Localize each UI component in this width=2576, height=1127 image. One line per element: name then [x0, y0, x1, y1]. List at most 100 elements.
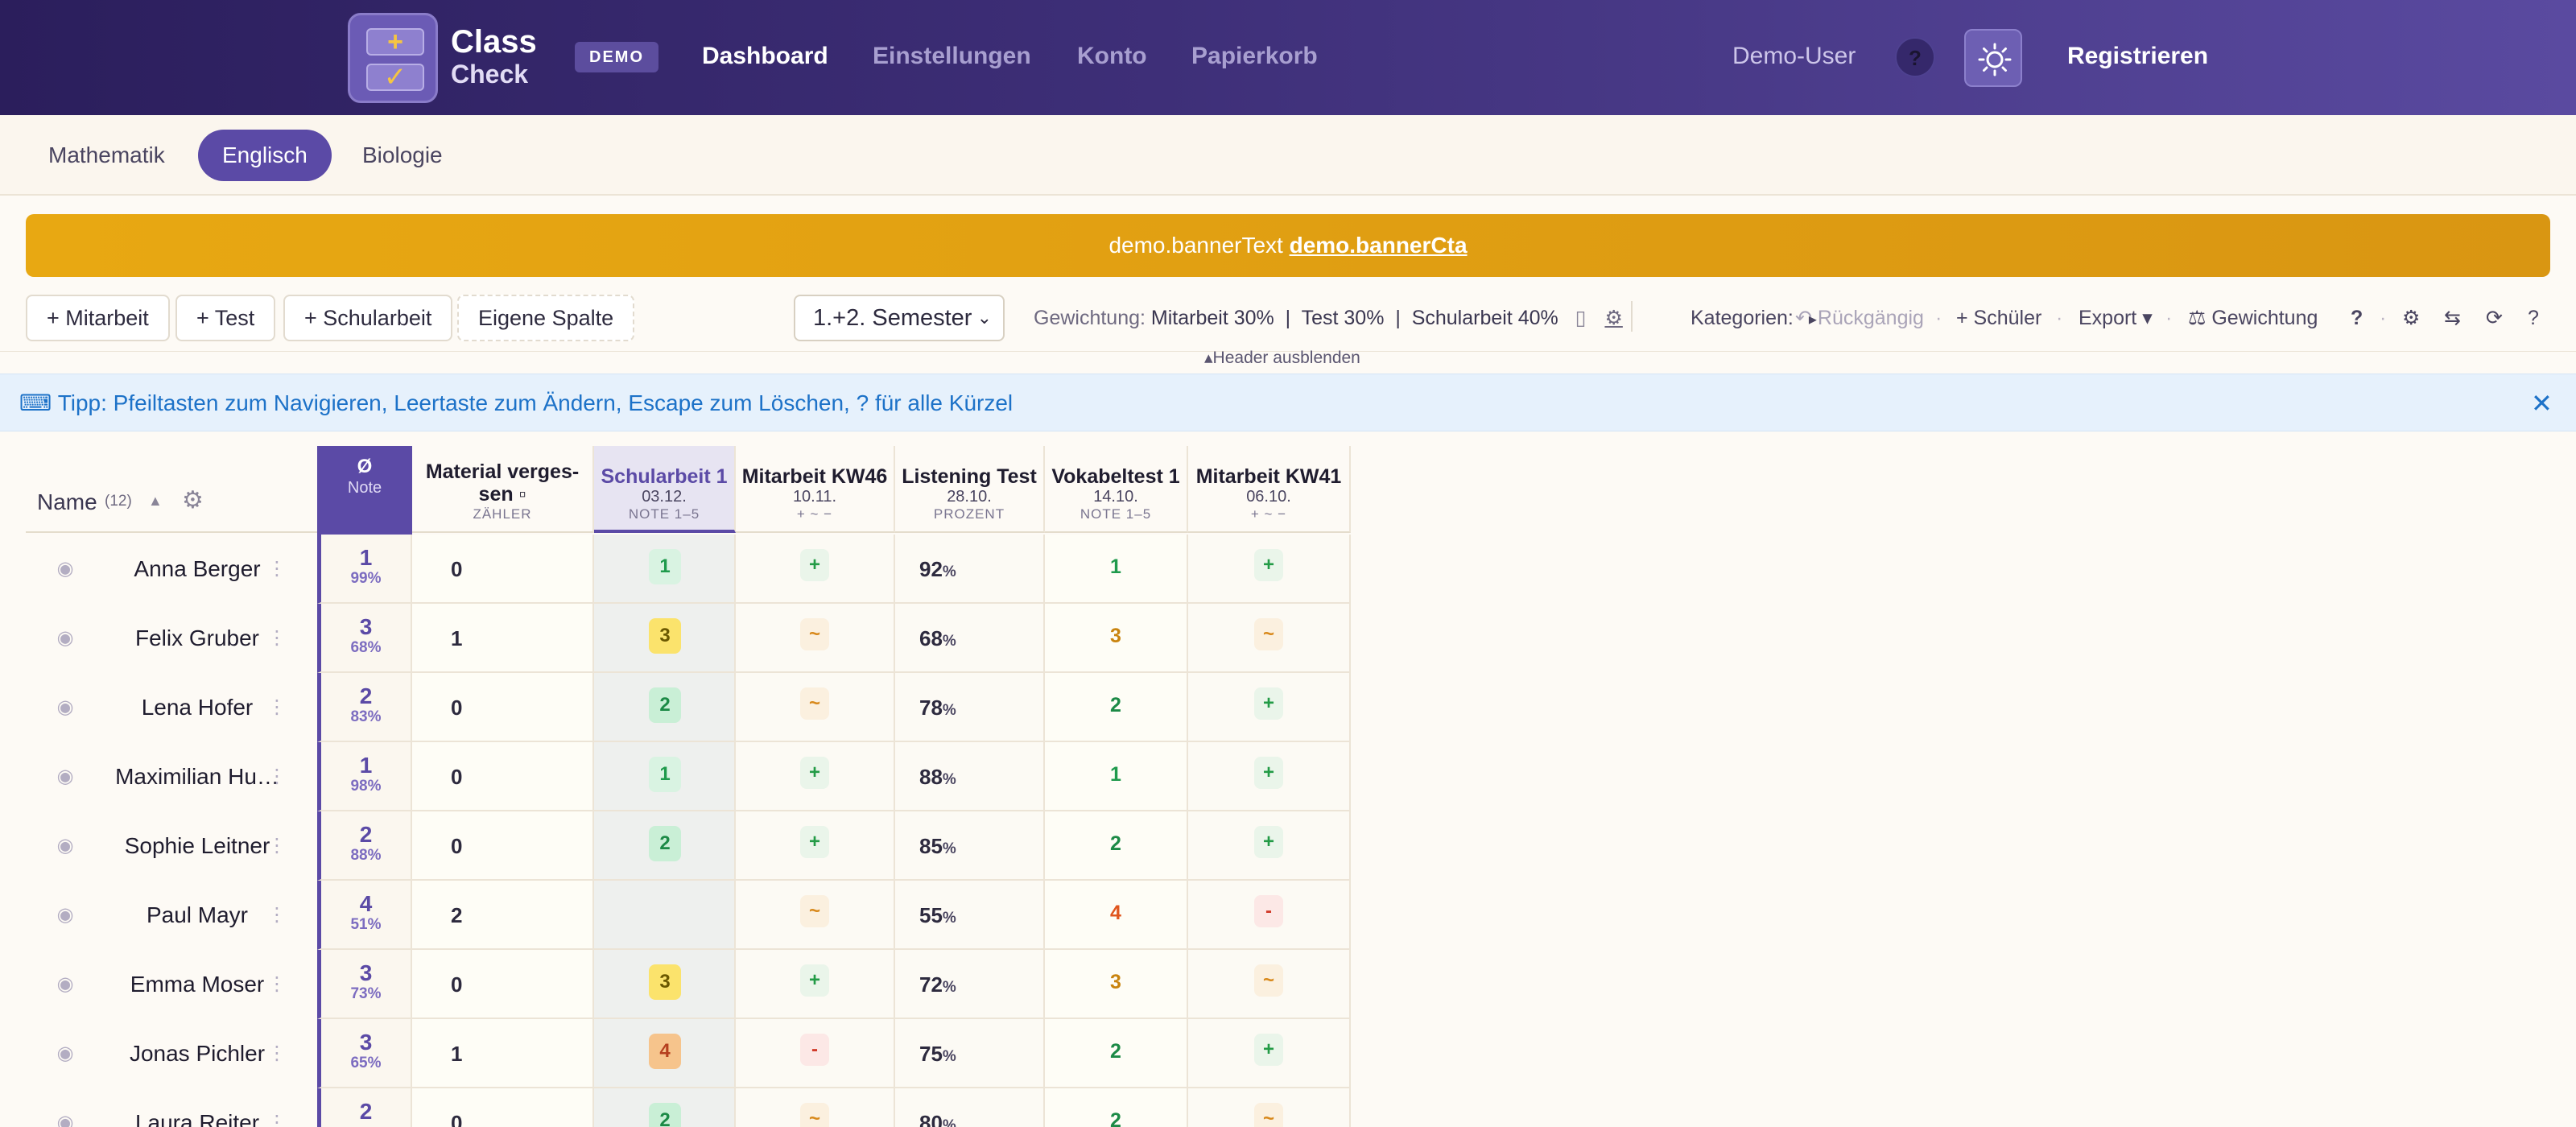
column-header-listening-test[interactable]: Listening Test 28.10. PROZENT: [895, 446, 1045, 533]
listening-test-cell[interactable]: 85%: [895, 811, 1045, 881]
own-column-button[interactable]: Eigene Spalte: [457, 295, 635, 341]
tab-mathematik[interactable]: Mathematik: [24, 130, 189, 181]
vokabeltest-cell[interactable]: 3: [1045, 950, 1188, 1019]
refresh-icon[interactable]: ⟳: [2486, 304, 2503, 332]
vokabeltest-cell[interactable]: 1: [1045, 742, 1188, 811]
schularbeit-cell[interactable]: 2: [594, 811, 736, 881]
export-dropdown[interactable]: Export ▾: [2079, 304, 2153, 332]
mitarbeit-kw41-cell[interactable]: ~: [1188, 950, 1351, 1019]
close-icon[interactable]: ✕: [2531, 387, 2553, 419]
copy-icon[interactable]: ▯: [1575, 307, 1587, 329]
mitarbeit-kw46-cell[interactable]: -: [736, 1019, 895, 1088]
schularbeit-cell[interactable]: 3: [594, 604, 736, 673]
more-vertical-icon[interactable]: ⋮: [267, 1088, 287, 1127]
listening-test-cell[interactable]: 80%: [895, 1088, 1045, 1127]
listening-test-cell[interactable]: 72%: [895, 950, 1045, 1019]
add-student-button[interactable]: + Schüler: [1956, 304, 2041, 332]
banner-cta-link[interactable]: demo.bannerCta: [1290, 233, 1468, 258]
vokabeltest-cell[interactable]: 3: [1045, 604, 1188, 673]
undo-button[interactable]: ↶ Rückgängig: [1795, 304, 1924, 332]
eye-icon[interactable]: ◉: [53, 1042, 77, 1066]
eye-icon[interactable]: ◉: [53, 626, 77, 650]
theme-toggle-button[interactable]: [1964, 29, 2022, 87]
vokabeltest-cell[interactable]: 2: [1045, 811, 1188, 881]
shortcuts-help-button[interactable]: ?: [2351, 304, 2363, 332]
column-header-vokabeltest-1[interactable]: Vokabeltest 1 14.10. NOTE 1–5: [1045, 446, 1188, 533]
average-column-header[interactable]: Ø Note: [317, 446, 412, 535]
listening-test-cell[interactable]: 68%: [895, 604, 1045, 673]
more-vertical-icon[interactable]: ⋮: [267, 950, 287, 1019]
mitarbeit-kw41-cell[interactable]: +: [1188, 1019, 1351, 1088]
tab-biologie[interactable]: Biologie: [338, 130, 467, 181]
column-header-material[interactable]: Material verges-sen ▫ ZÄHLER: [412, 446, 594, 533]
column-header-schularbeit-1[interactable]: Schularbeit 1 03.12. NOTE 1–5: [594, 446, 736, 533]
mitarbeit-kw41-cell[interactable]: +: [1188, 535, 1351, 604]
schularbeit-cell[interactable]: 2: [594, 1088, 736, 1127]
nav-einstellungen[interactable]: Einstellungen: [873, 40, 1031, 72]
more-vertical-icon[interactable]: ⋮: [267, 673, 287, 742]
material-counter-cell[interactable]: 0: [412, 950, 594, 1019]
mitarbeit-kw41-cell[interactable]: -: [1188, 881, 1351, 950]
help-button[interactable]: ?: [1895, 37, 1935, 77]
schularbeit-cell[interactable]: 3: [594, 950, 736, 1019]
eye-icon[interactable]: ◉: [53, 972, 77, 997]
eye-icon[interactable]: ◉: [53, 1111, 77, 1127]
vokabeltest-cell[interactable]: 2: [1045, 1019, 1188, 1088]
mitarbeit-kw46-cell[interactable]: +: [736, 811, 895, 881]
swap-icon[interactable]: ⇆: [2444, 304, 2461, 332]
mitarbeit-kw41-cell[interactable]: +: [1188, 673, 1351, 742]
add-mitarbeit-button[interactable]: + Mitarbeit: [26, 295, 170, 341]
add-test-button[interactable]: + Test: [175, 295, 276, 341]
help-icon[interactable]: ?: [2528, 304, 2539, 332]
listening-test-cell[interactable]: 55%: [895, 881, 1045, 950]
hide-header-toggle[interactable]: ▴Header ausblenden: [1204, 348, 1360, 369]
nav-konto[interactable]: Konto: [1077, 40, 1147, 72]
mitarbeit-kw41-cell[interactable]: +: [1188, 811, 1351, 881]
more-vertical-icon[interactable]: ⋮: [267, 881, 287, 950]
listening-test-cell[interactable]: 88%: [895, 742, 1045, 811]
more-vertical-icon[interactable]: ⋮: [267, 604, 287, 673]
schularbeit-cell[interactable]: 1: [594, 535, 736, 604]
mitarbeit-kw41-cell[interactable]: ~: [1188, 1088, 1351, 1127]
register-link[interactable]: Registrieren: [2067, 40, 2208, 72]
schularbeit-cell[interactable]: 2: [594, 673, 736, 742]
app-logo[interactable]: + ✓: [348, 13, 438, 103]
mitarbeit-kw46-cell[interactable]: +: [736, 742, 895, 811]
column-settings-gear-icon[interactable]: ⚙: [182, 486, 204, 514]
eye-icon[interactable]: ◉: [53, 765, 77, 789]
mitarbeit-kw46-cell[interactable]: +: [736, 950, 895, 1019]
vokabeltest-cell[interactable]: 4: [1045, 881, 1188, 950]
more-vertical-icon[interactable]: ⋮: [267, 535, 287, 604]
vokabeltest-cell[interactable]: 1: [1045, 535, 1188, 604]
tab-englisch[interactable]: Englisch: [198, 130, 332, 181]
material-counter-cell[interactable]: 1: [412, 604, 594, 673]
schularbeit-cell[interactable]: 1: [594, 742, 736, 811]
eye-icon[interactable]: ◉: [53, 834, 77, 858]
semester-select[interactable]: 1.+2. Semester ⌄: [794, 295, 1005, 341]
schularbeit-cell[interactable]: 4: [594, 1019, 736, 1088]
listening-test-cell[interactable]: 75%: [895, 1019, 1045, 1088]
add-schularbeit-button[interactable]: + Schularbeit: [283, 295, 453, 341]
material-counter-cell[interactable]: 0: [412, 811, 594, 881]
gear-icon[interactable]: ⚙: [1604, 307, 1622, 329]
name-column-header[interactable]: Name (12) ▲ ⚙: [26, 446, 317, 533]
mitarbeit-kw46-cell[interactable]: ~: [736, 881, 895, 950]
vokabeltest-cell[interactable]: 2: [1045, 1088, 1188, 1127]
mitarbeit-kw41-cell[interactable]: ~: [1188, 604, 1351, 673]
mitarbeit-kw41-cell[interactable]: +: [1188, 742, 1351, 811]
current-user[interactable]: Demo-User: [1732, 40, 1856, 72]
mitarbeit-kw46-cell[interactable]: +: [736, 535, 895, 604]
mitarbeit-kw46-cell[interactable]: ~: [736, 673, 895, 742]
schularbeit-cell[interactable]: [594, 881, 736, 950]
column-header-mitarbeit-kw41[interactable]: Mitarbeit KW41 06.10. + ~ −: [1188, 446, 1351, 533]
mitarbeit-kw46-cell[interactable]: ~: [736, 1088, 895, 1127]
column-header-mitarbeit-kw46[interactable]: Mitarbeit KW46 10.11. + ~ −: [736, 446, 895, 533]
weighting-button[interactable]: ⚖ Gewichtung: [2188, 304, 2318, 332]
material-counter-cell[interactable]: 1: [412, 1019, 594, 1088]
sort-ascending-icon[interactable]: ▲: [148, 493, 163, 510]
mitarbeit-kw46-cell[interactable]: ~: [736, 604, 895, 673]
material-counter-cell[interactable]: 0: [412, 673, 594, 742]
vokabeltest-cell[interactable]: 2: [1045, 673, 1188, 742]
material-counter-cell[interactable]: 2: [412, 881, 594, 950]
settings-gear-icon[interactable]: ⚙: [2402, 304, 2420, 332]
